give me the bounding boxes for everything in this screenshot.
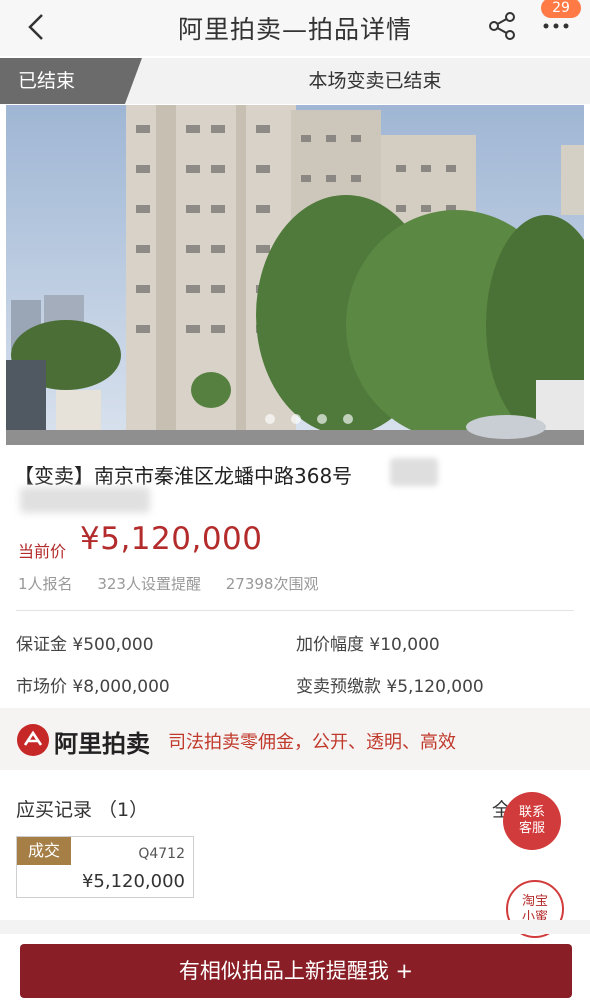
reminder-count: 323人设置提醒 (97, 575, 201, 593)
deal-tag: 成交 (17, 837, 71, 865)
bid-records-title: 应买记录 （1） (16, 799, 149, 821)
property-photo[interactable] (6, 105, 584, 445)
view-count: 27398次围观 (225, 575, 319, 593)
customer-service-label: 联系 客服 (518, 805, 545, 836)
ended-message: 本场变卖已结束 (308, 70, 442, 92)
redacted-text (20, 487, 150, 513)
section-divider (0, 920, 590, 934)
notification-badge: 29 (541, 0, 581, 18)
carousel-dots (265, 414, 353, 424)
price-label: 当前价 (18, 542, 67, 561)
customer-service-button[interactable]: 联系 客服 (503, 792, 561, 850)
increment-info: 加价幅度 ¥10,000 (296, 635, 440, 655)
ended-tag: 已结束 (0, 58, 142, 104)
auction-status-bar: 已结束 本场变卖已结束 (0, 58, 590, 104)
auction-stats: 1人报名 323人设置提醒 27398次围观 (18, 573, 338, 594)
brand-banner: 阿里拍卖 司法拍卖零佣金，公开、透明、高效 (0, 708, 590, 770)
deposit-info: 保证金 ¥500,000 (16, 635, 154, 655)
ali-auction-logo-icon (17, 724, 49, 756)
carousel-dot[interactable] (291, 414, 301, 424)
brand-slogan: 司法拍卖零佣金，公开、透明、高效 (168, 732, 456, 753)
divider (16, 610, 574, 611)
bid-record-card[interactable]: 成交 Q4712 ¥5,120,000 (16, 836, 194, 898)
signup-count: 1人报名 (18, 575, 73, 593)
bid-amount: ¥5,120,000 (81, 871, 185, 892)
brand-name: 阿里拍卖 (54, 730, 150, 758)
building-illustration (6, 105, 584, 445)
app-header: 阿里拍卖—拍品详情 29 (0, 0, 590, 56)
redacted-text (390, 458, 438, 486)
carousel-dot[interactable] (317, 414, 327, 424)
similar-item-reminder-button[interactable]: 有相似拍品上新提醒我 + (20, 944, 572, 998)
item-title: 【变卖】南京市秦淮区龙蟠中路368号 (14, 464, 353, 488)
prepay-info: 变卖预缴款 ¥5,120,000 (296, 677, 484, 697)
market-price-info: 市场价 ¥8,000,000 (16, 677, 170, 697)
current-price: ¥5,120,000 (80, 521, 263, 557)
carousel-dot[interactable] (343, 414, 353, 424)
bidder-code: Q4712 (138, 846, 185, 862)
carousel-dot[interactable] (265, 414, 275, 424)
share-icon[interactable] (486, 10, 518, 42)
